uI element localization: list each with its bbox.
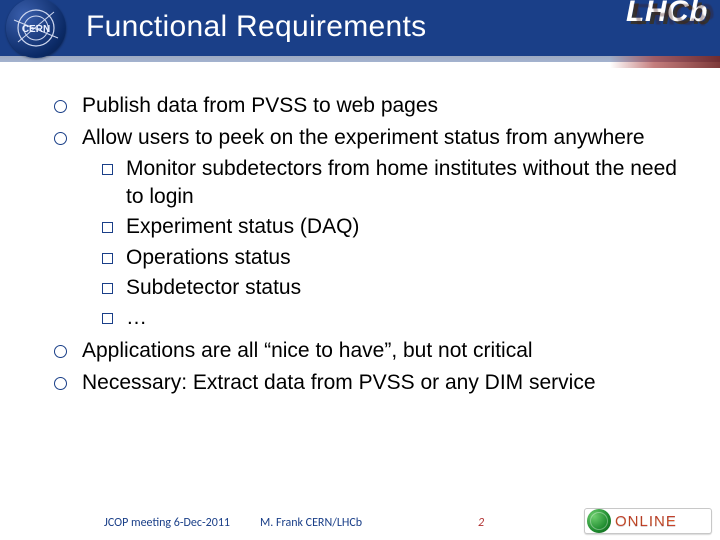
footer-page: 2 <box>478 516 484 530</box>
lhcb-logo-reflection: LHCb <box>633 0 715 30</box>
list-item: Operations status <box>96 244 696 272</box>
accent-stripe <box>610 56 720 68</box>
footer-event: JCOP meeting 6-Dec-2011 <box>104 516 230 530</box>
list-item-text: Publish data from PVSS to web pages <box>82 94 438 117</box>
header-band: CERN Functional Requirements LHCb LHCb <box>0 0 720 56</box>
bullet-sublist: Monitor subdetectors from home institute… <box>96 155 696 333</box>
list-item-text: Necessary: Extract data from PVSS or any… <box>82 371 596 394</box>
list-item-text: … <box>126 306 147 329</box>
list-item-text: Subdetector status <box>126 276 301 299</box>
list-item-text: Experiment status (DAQ) <box>126 215 359 238</box>
bullet-list: Publish data from PVSS to web pages Allo… <box>48 92 696 397</box>
list-item-text: Allow users to peek on the experiment st… <box>82 126 645 149</box>
list-item: Monitor subdetectors from home institute… <box>96 155 696 212</box>
slide-title: Functional Requirements <box>86 10 426 44</box>
list-item-text: Applications are all “nice to have”, but… <box>82 339 533 362</box>
list-item: Subdetector status <box>96 274 696 302</box>
online-badge-text: ONLINE <box>615 513 677 530</box>
online-badge: ONLINE <box>584 508 712 534</box>
list-item: Publish data from PVSS to web pages <box>48 92 696 120</box>
content-area: Publish data from PVSS to web pages Allo… <box>48 92 696 401</box>
cern-logo-text: CERN <box>22 24 50 35</box>
list-item-text: Monitor subdetectors from home institute… <box>126 157 677 208</box>
list-item: Allow users to peek on the experiment st… <box>48 124 696 332</box>
list-item: … <box>96 304 696 332</box>
list-item: Experiment status (DAQ) <box>96 213 696 241</box>
globe-icon <box>587 509 611 533</box>
cern-logo: CERN <box>6 0 66 58</box>
list-item-text: Operations status <box>126 246 291 269</box>
list-item: Applications are all “nice to have”, but… <box>48 337 696 365</box>
footer-author: M. Frank CERN/LHCb <box>260 516 362 530</box>
list-item: Necessary: Extract data from PVSS or any… <box>48 369 696 397</box>
